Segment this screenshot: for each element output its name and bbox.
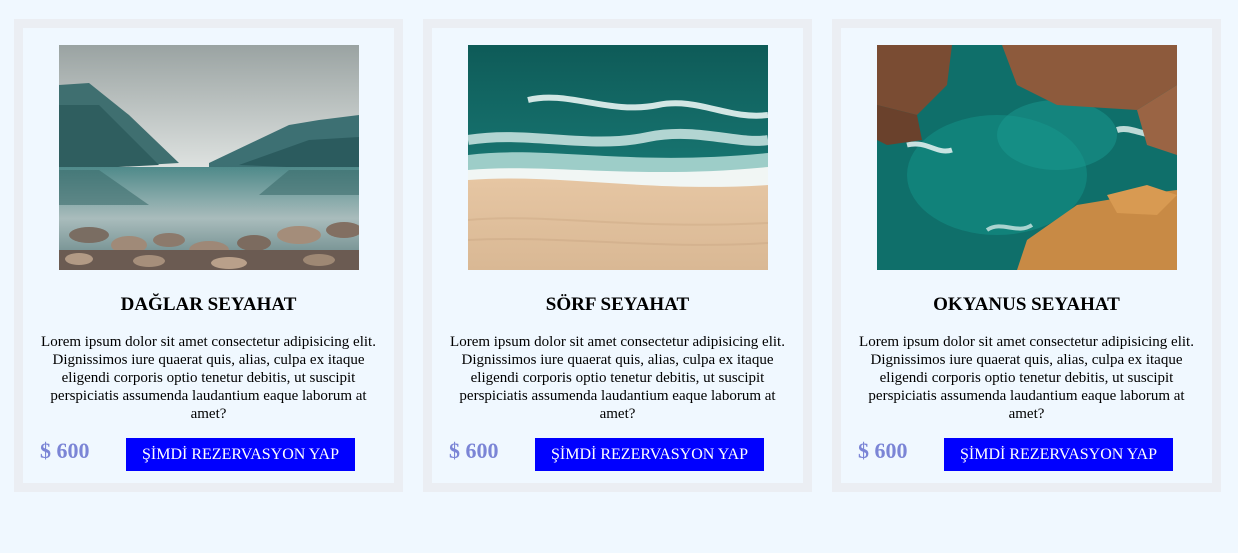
tour-card-mountains: DAĞLAR SEYAHAT Lorem ipsum dolor sit ame… [14, 19, 403, 492]
card-title: DAĞLAR SEYAHAT [120, 294, 297, 315]
book-now-button[interactable]: ŞİMDİ REZERVASYON YAP [126, 438, 355, 471]
book-now-button[interactable]: ŞİMDİ REZERVASYON YAP [944, 438, 1173, 471]
card-description: Lorem ipsum dolor sit amet consectetur a… [450, 334, 785, 422]
ocean-rocks-photo [877, 45, 1177, 270]
book-now-button[interactable]: ŞİMDİ REZERVASYON YAP [535, 438, 764, 471]
tour-card-surf: SÖRF SEYAHAT Lorem ipsum dolor sit amet … [423, 19, 812, 492]
card-price: $ 600 [40, 438, 90, 463]
tour-card-ocean: OKYANUS SEYAHAT Lorem ipsum dolor sit am… [832, 19, 1221, 492]
surf-beach-photo [468, 45, 768, 270]
card-price: $ 600 [858, 438, 908, 463]
card-price: $ 600 [449, 438, 499, 463]
card-title: OKYANUS SEYAHAT [933, 294, 1120, 315]
card-description: Lorem ipsum dolor sit amet consectetur a… [41, 334, 376, 422]
tour-cards: DAĞLAR SEYAHAT Lorem ipsum dolor sit ame… [14, 19, 1221, 492]
card-description: Lorem ipsum dolor sit amet consectetur a… [859, 334, 1194, 422]
card-title: SÖRF SEYAHAT [545, 294, 690, 315]
mountain-lake-photo [59, 45, 359, 270]
